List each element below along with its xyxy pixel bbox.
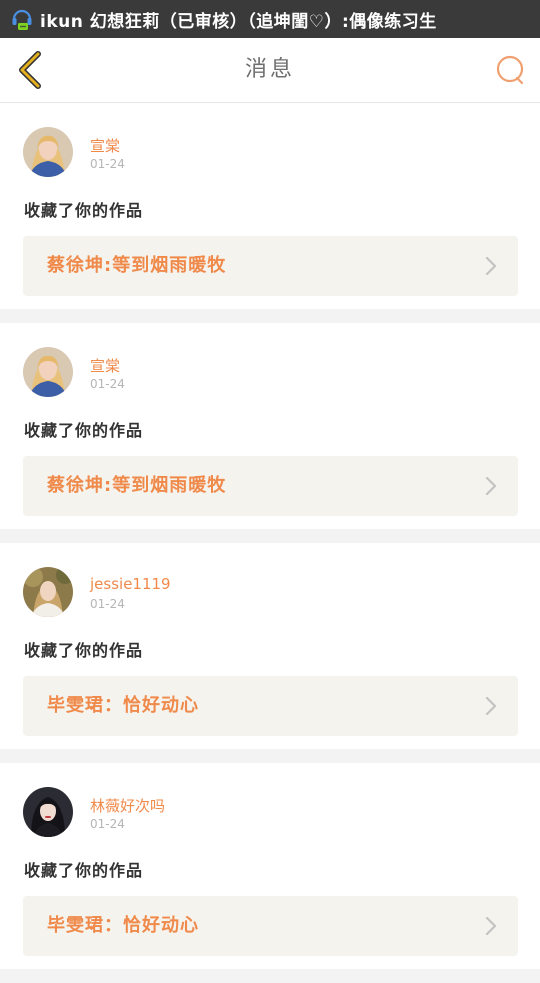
work-link[interactable]: 蔡徐坤:等到烟雨暖牧 bbox=[23, 456, 518, 516]
work-title: 蔡徐坤:等到烟雨暖牧 bbox=[47, 255, 227, 276]
work-title: 蔡徐坤:等到烟雨暖牧 bbox=[47, 475, 227, 496]
avatar[interactable] bbox=[23, 347, 73, 397]
search-icon bbox=[496, 55, 524, 85]
user-name[interactable]: 宣棠 bbox=[90, 135, 120, 156]
user-name[interactable]: 宣棠 bbox=[90, 355, 120, 376]
avatar-blonde-woman-icon bbox=[23, 347, 73, 397]
message-list: 宣棠 01-24 收藏了你的作品 蔡徐坤:等到烟雨暖牧 宣棠 01-24 收藏了… bbox=[0, 103, 540, 983]
status-bar: ikun 幻想狂莉（已审核）（追坤閨♡）:偶像练习生 bbox=[0, 0, 540, 38]
chevron-right-icon bbox=[485, 476, 497, 496]
avatar-blonde-woman-icon bbox=[23, 127, 73, 177]
header-bar: 消息 bbox=[0, 38, 540, 103]
work-title: 毕雯珺：恰好动心 bbox=[47, 915, 199, 936]
chevron-right-icon bbox=[485, 696, 497, 716]
work-link[interactable]: 蔡徐坤:等到烟雨暖牧 bbox=[23, 236, 518, 296]
message-card: 宣棠 01-24 收藏了你的作品 蔡徐坤:等到烟雨暖牧 bbox=[0, 323, 540, 529]
avatar[interactable] bbox=[23, 127, 73, 177]
action-text: 收藏了你的作品 bbox=[24, 861, 144, 880]
message-card: 林薇好次吗 01-24 收藏了你的作品 毕雯珺：恰好动心 bbox=[0, 763, 540, 969]
message-date: 01-24 bbox=[90, 817, 125, 831]
message-date: 01-24 bbox=[90, 377, 125, 391]
action-text: 收藏了你的作品 bbox=[24, 641, 144, 660]
avatar-dark-hair-woman-icon bbox=[23, 787, 73, 837]
work-link[interactable]: 毕雯珺：恰好动心 bbox=[23, 896, 518, 956]
user-name[interactable]: jessie1119 bbox=[90, 575, 171, 593]
work-title: 毕雯珺：恰好动心 bbox=[47, 695, 199, 716]
avatar[interactable] bbox=[23, 787, 73, 837]
page-title: 消息 bbox=[244, 57, 295, 82]
user-name[interactable]: 林薇好次吗 bbox=[90, 795, 165, 816]
avatar-woman-in-garden-icon bbox=[23, 567, 73, 617]
search-button[interactable] bbox=[494, 54, 526, 86]
action-text: 收藏了你的作品 bbox=[24, 421, 144, 440]
notification-text: ikun 幻想狂莉（已审核）（追坤閨♡）:偶像练习生 bbox=[40, 11, 437, 32]
message-date: 01-24 bbox=[90, 157, 125, 171]
avatar[interactable] bbox=[23, 567, 73, 617]
message-date: 01-24 bbox=[90, 597, 125, 611]
message-card: jessie1119 01-24 收藏了你的作品 毕雯珺：恰好动心 bbox=[0, 543, 540, 749]
chevron-right-icon bbox=[485, 256, 497, 276]
chevron-right-icon bbox=[485, 916, 497, 936]
headset-app-icon bbox=[10, 6, 34, 32]
work-link[interactable]: 毕雯珺：恰好动心 bbox=[23, 676, 518, 736]
message-card: 宣棠 01-24 收藏了你的作品 蔡徐坤:等到烟雨暖牧 bbox=[0, 103, 540, 309]
action-text: 收藏了你的作品 bbox=[24, 201, 144, 220]
